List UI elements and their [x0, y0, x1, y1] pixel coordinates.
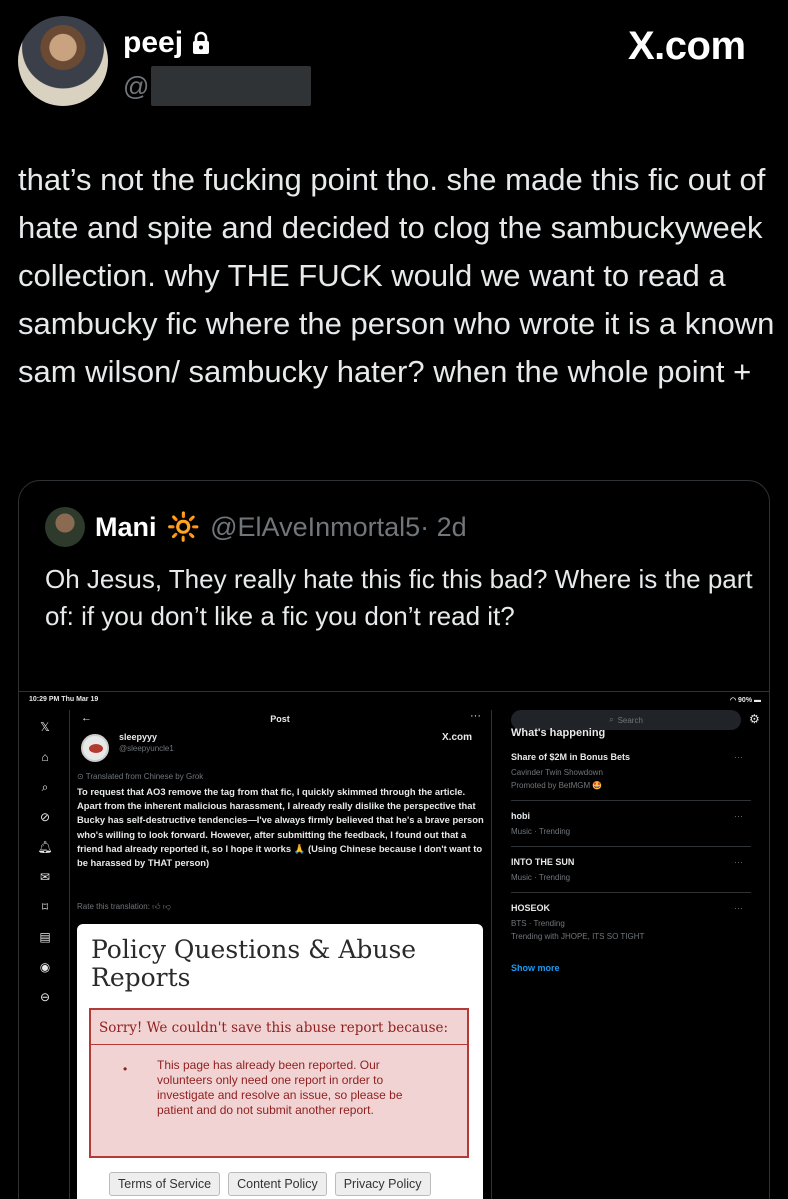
profile-icon[interactable]: ◉ [33, 952, 57, 982]
bookmarks-icon[interactable]: ⌑ [33, 892, 57, 922]
translate-icon: ⊙ [77, 772, 86, 781]
trend-item[interactable]: INTO THE SUN Music · Trending ··· [511, 847, 751, 893]
tweet-text: that’s not the fucking point tho. she ma… [18, 162, 775, 389]
divider [91, 1044, 467, 1045]
messages-icon[interactable]: ✉ [33, 862, 57, 892]
quoted-tweet-card[interactable]: Mani 🔆 @ElAveInmortal5 · 2d Oh Jesus, Th… [18, 480, 770, 1199]
trends-title: What's happening [511, 728, 606, 739]
trend-meta: Music · Trending [511, 873, 571, 882]
sun-emoji-icon: 🔆 [166, 512, 201, 542]
quoted-author-avatar[interactable] [45, 507, 85, 547]
search-icon[interactable]: ⌕ [33, 772, 57, 802]
bullet-icon: • [123, 1062, 128, 1076]
trend-meta: BTS · Trending [511, 919, 565, 928]
more-icon[interactable]: ⊖ [33, 982, 57, 1012]
terms-of-service-button[interactable]: Terms of Service [109, 1172, 221, 1196]
more-options-icon[interactable]: ··· [734, 903, 743, 913]
divider [491, 710, 492, 1199]
search-input[interactable]: ⌕ Search [511, 710, 741, 730]
trend-meta: Trending with JHOPE, ITS SO TIGHT [511, 932, 645, 941]
redacted-handle [151, 66, 312, 106]
ao3-page-title: Policy Questions & Abuse Reports [91, 935, 417, 992]
home-icon[interactable]: ⌂ [33, 742, 57, 772]
trend-meta: Music · Trending [511, 827, 571, 836]
grok-icon[interactable]: ⊘ [33, 802, 57, 832]
translated-label-text: Translated from Chinese by Grok [85, 772, 204, 781]
more-options-icon[interactable]: ··· [734, 857, 743, 867]
divider [69, 710, 70, 1199]
privacy-policy-button[interactable]: Privacy Policy [334, 1172, 431, 1196]
trend-title: Share of $2M in Bonus Bets [511, 752, 631, 762]
author-handle-row: @ [123, 66, 312, 106]
author-handle-prefix: @ [123, 70, 150, 101]
battery-percent: 90% [738, 697, 753, 704]
post-header: ← Post ··· [75, 710, 485, 730]
thumbs-up-icon[interactable]: 👍︎ [152, 902, 160, 911]
status-battery: ◠ 90% ▬ [730, 696, 761, 704]
quoted-tweet-time: · 2d [420, 511, 467, 542]
trend-item[interactable]: hobi Music · Trending ··· [511, 801, 751, 847]
trends-panel: What's happening Share of $2M in Bonus B… [511, 728, 751, 973]
ao3-error-body: This page has already been reported. Our… [157, 1058, 403, 1117]
post-brand: X.com [442, 732, 473, 743]
more-options-icon[interactable]: ··· [734, 811, 743, 821]
post-author-name[interactable]: sleepyyy [119, 732, 157, 742]
thumbs-down-icon[interactable]: 👎︎ [163, 902, 171, 911]
post-author-avatar[interactable] [81, 734, 109, 762]
search-placeholder: Search [617, 715, 643, 725]
show-more-link[interactable]: Show more [511, 963, 751, 973]
trend-title: hobi [511, 811, 530, 821]
rate-translation: Rate this translation: 👍︎ 👎︎ [77, 902, 171, 912]
x-logo-icon[interactable]: 𝕏 [33, 712, 57, 742]
quoted-tweet-header: Mani 🔆 @ElAveInmortal5 · 2d [95, 507, 467, 547]
lists-icon[interactable]: ▤ [33, 922, 57, 952]
trend-title: INTO THE SUN [511, 857, 575, 867]
trend-meta: Cavinder Twin Showdown [511, 768, 603, 777]
sidebar-nav: 𝕏 ⌂ ⌕ ⊘ 🔔︎ ✉ ⌑ ▤ ◉ ⊖ [33, 712, 57, 1012]
ao3-error-box: Sorry! We couldn't save this abuse repor… [89, 1008, 469, 1158]
search-icon: ⌕ [609, 715, 614, 724]
notifications-icon[interactable]: 🔔︎ [33, 832, 57, 862]
more-options-icon[interactable]: ··· [470, 710, 481, 722]
ao3-footer: Terms of Service Content Policy Privacy … [109, 1172, 431, 1196]
battery-icon: ▬ [752, 697, 761, 704]
quoted-author-handle[interactable]: @ElAveInmortal5 [210, 512, 420, 543]
ao3-error-heading: Sorry! We couldn't save this abuse repor… [99, 1020, 449, 1036]
more-options-icon[interactable]: ··· [734, 752, 743, 762]
quoted-author-name[interactable]: Mani [95, 512, 157, 543]
trend-item[interactable]: HOSEOK BTS · Trending Trending with JHOP… [511, 893, 751, 951]
author-display-name[interactable]: peej [123, 26, 183, 60]
ao3-screenshot: Policy Questions & Abuse Reports Sorry! … [77, 924, 483, 1199]
translated-label: ⊙ Translated from Chinese by Grok [77, 772, 203, 781]
post-author-handle[interactable]: @sleepyuncle1 [119, 744, 174, 753]
attached-screenshot[interactable]: 10:29 PM Thu Mar 19 ◠ 90% ▬ 𝕏 ⌂ ⌕ ⊘ 🔔︎ ✉… [19, 691, 769, 1199]
status-time: 10:29 PM Thu Mar 19 [29, 696, 99, 703]
wifi-icon: ◠ [729, 697, 739, 704]
trend-meta: Promoted by BetMGM 🤩 [511, 781, 603, 790]
post-title: Post [270, 714, 290, 724]
author-name-row: peej [123, 26, 211, 60]
gear-icon[interactable]: ⚙ [749, 712, 760, 726]
post-body: To request that AO3 remove the tag from … [77, 786, 484, 869]
rate-translation-label: Rate this translation: [77, 902, 150, 911]
author-avatar[interactable] [18, 16, 108, 106]
lock-icon [191, 31, 211, 55]
content-policy-button[interactable]: Content Policy [228, 1172, 327, 1196]
x-brand-logo: X.com [628, 24, 746, 68]
quoted-tweet-text: Oh Jesus, They really hate this fic this… [45, 564, 753, 631]
trend-item[interactable]: Share of $2M in Bonus Bets Cavinder Twin… [511, 742, 751, 801]
trend-title: HOSEOK [511, 903, 551, 913]
